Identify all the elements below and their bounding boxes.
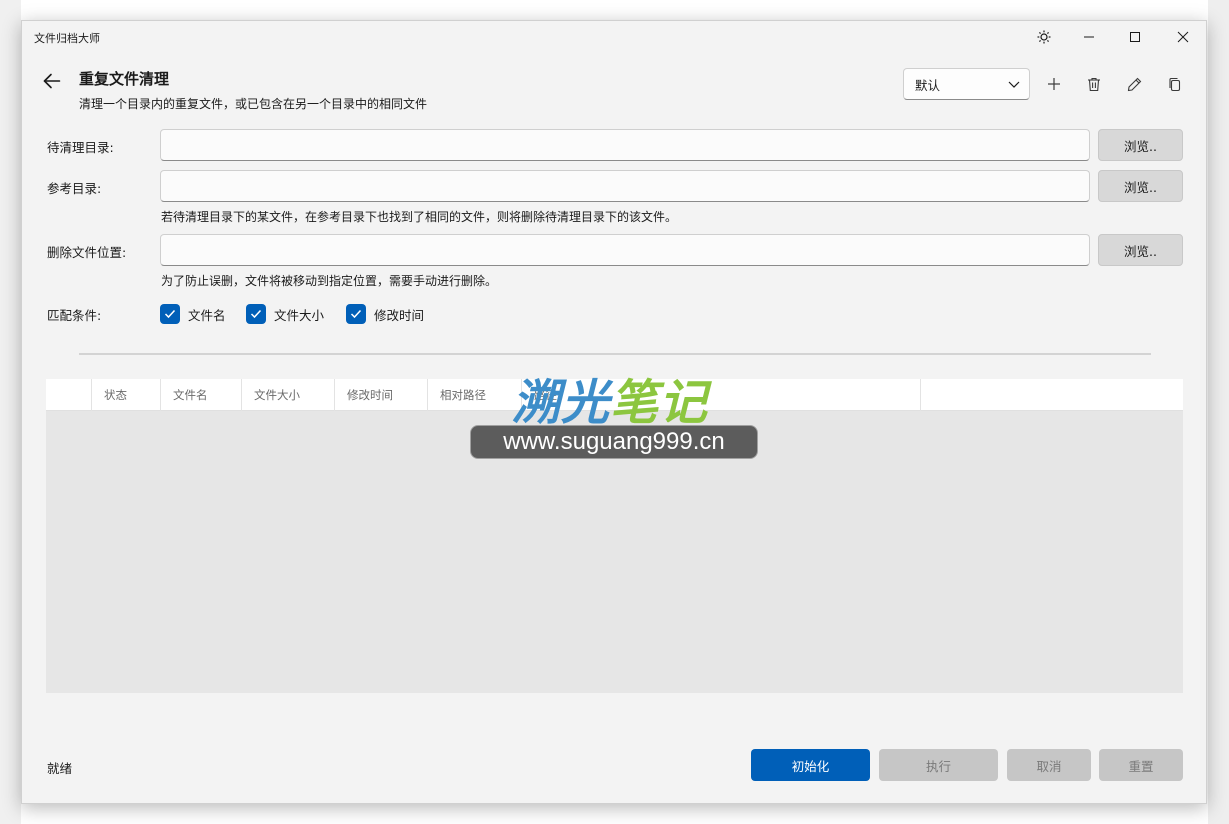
column-header-filename[interactable]: 文件名: [160, 379, 241, 411]
match-filesize-checkbox[interactable]: 文件大小: [246, 304, 324, 324]
minimize-icon: [1084, 36, 1094, 38]
delete-location-input[interactable]: [160, 234, 1090, 266]
delete-icon: [1088, 77, 1100, 91]
profile-dropdown[interactable]: 默认: [903, 68, 1030, 100]
background-strip: [0, 0, 21, 824]
checkbox-checked-icon: [160, 304, 180, 324]
reset-button[interactable]: 重置: [1099, 749, 1183, 781]
app-window: 文件归档大师 重复文件清理 清理一个目录内的重复文件，或已包含在另一个目录中的相…: [21, 20, 1207, 804]
column-header-status[interactable]: 状态: [91, 379, 160, 411]
profile-selected-value: 默认: [915, 77, 941, 93]
maximize-icon: [1130, 32, 1140, 42]
clean-dir-input[interactable]: [160, 129, 1090, 161]
minimize-button[interactable]: [1066, 21, 1112, 53]
ref-dir-input[interactable]: [160, 170, 1090, 202]
divider: [79, 353, 1151, 355]
page-title: 重复文件清理: [79, 70, 170, 88]
run-button[interactable]: 执行: [879, 749, 998, 781]
column-header-modtime[interactable]: 修改时间: [334, 379, 427, 411]
delete-location-label: 删除文件位置:: [47, 245, 127, 260]
ref-dir-browse-button[interactable]: 浏览..: [1098, 170, 1183, 202]
column-header-empty: [920, 379, 1183, 411]
watermark-url: www.suguang999.cn: [470, 425, 758, 459]
checkbox-checked-icon: [246, 304, 266, 324]
match-filename-checkbox[interactable]: 文件名: [160, 304, 226, 324]
clean-dir-label: 待清理目录:: [47, 140, 114, 155]
close-icon: [1177, 31, 1189, 43]
clean-dir-browse-button[interactable]: 浏览..: [1098, 129, 1183, 161]
checkbox-checked-icon: [346, 304, 366, 324]
close-button[interactable]: [1160, 21, 1206, 53]
brightness-icon: [1037, 30, 1051, 44]
copy-profile-button[interactable]: [1163, 72, 1187, 96]
ref-dir-hint: 若待清理目录下的某文件，在参考目录下也找到了相同的文件，则将删除待清理目录下的该…: [161, 210, 678, 224]
back-button[interactable]: [40, 69, 64, 93]
column-header-filesize[interactable]: 文件大小: [241, 379, 334, 411]
status-text: 就绪: [47, 761, 73, 776]
delete-location-browse-button[interactable]: 浏览..: [1098, 234, 1183, 266]
match-modtime-label: 修改时间: [374, 307, 425, 323]
chevron-down-icon: [1008, 81, 1020, 88]
match-label: 匹配条件:: [47, 308, 102, 323]
maximize-button[interactable]: [1112, 21, 1158, 53]
delete-location-hint: 为了防止误删，文件将被移动到指定位置，需要手动进行删除。: [161, 274, 498, 288]
add-profile-button[interactable]: [1042, 72, 1066, 96]
ref-dir-label: 参考目录:: [47, 181, 102, 196]
theme-toggle-button[interactable]: [1021, 21, 1067, 53]
match-filesize-label: 文件大小: [274, 307, 325, 323]
background-strip: [1208, 0, 1229, 824]
copy-icon: [1169, 77, 1181, 91]
app-title: 文件归档大师: [34, 32, 100, 45]
match-filename-label: 文件名: [188, 307, 226, 323]
page-subtitle: 清理一个目录内的重复文件，或已包含在另一个目录中的相同文件: [79, 97, 428, 111]
watermark-logo: 溯光笔记: [512, 373, 708, 433]
cancel-button[interactable]: 取消: [1007, 749, 1091, 781]
back-arrow-icon: [43, 73, 61, 89]
column-header-relpath[interactable]: 相对路径: [427, 379, 521, 411]
add-icon: [1048, 78, 1060, 90]
watermark-logo-part1: 溯光: [512, 375, 611, 431]
delete-profile-button[interactable]: [1082, 72, 1106, 96]
init-button[interactable]: 初始化: [751, 749, 870, 781]
edit-icon: [1127, 77, 1141, 91]
title-bar: 文件归档大师: [22, 21, 1206, 53]
edit-profile-button[interactable]: [1122, 72, 1146, 96]
match-modtime-checkbox[interactable]: 修改时间: [346, 304, 424, 324]
watermark-logo-part2: 笔记: [610, 375, 709, 431]
